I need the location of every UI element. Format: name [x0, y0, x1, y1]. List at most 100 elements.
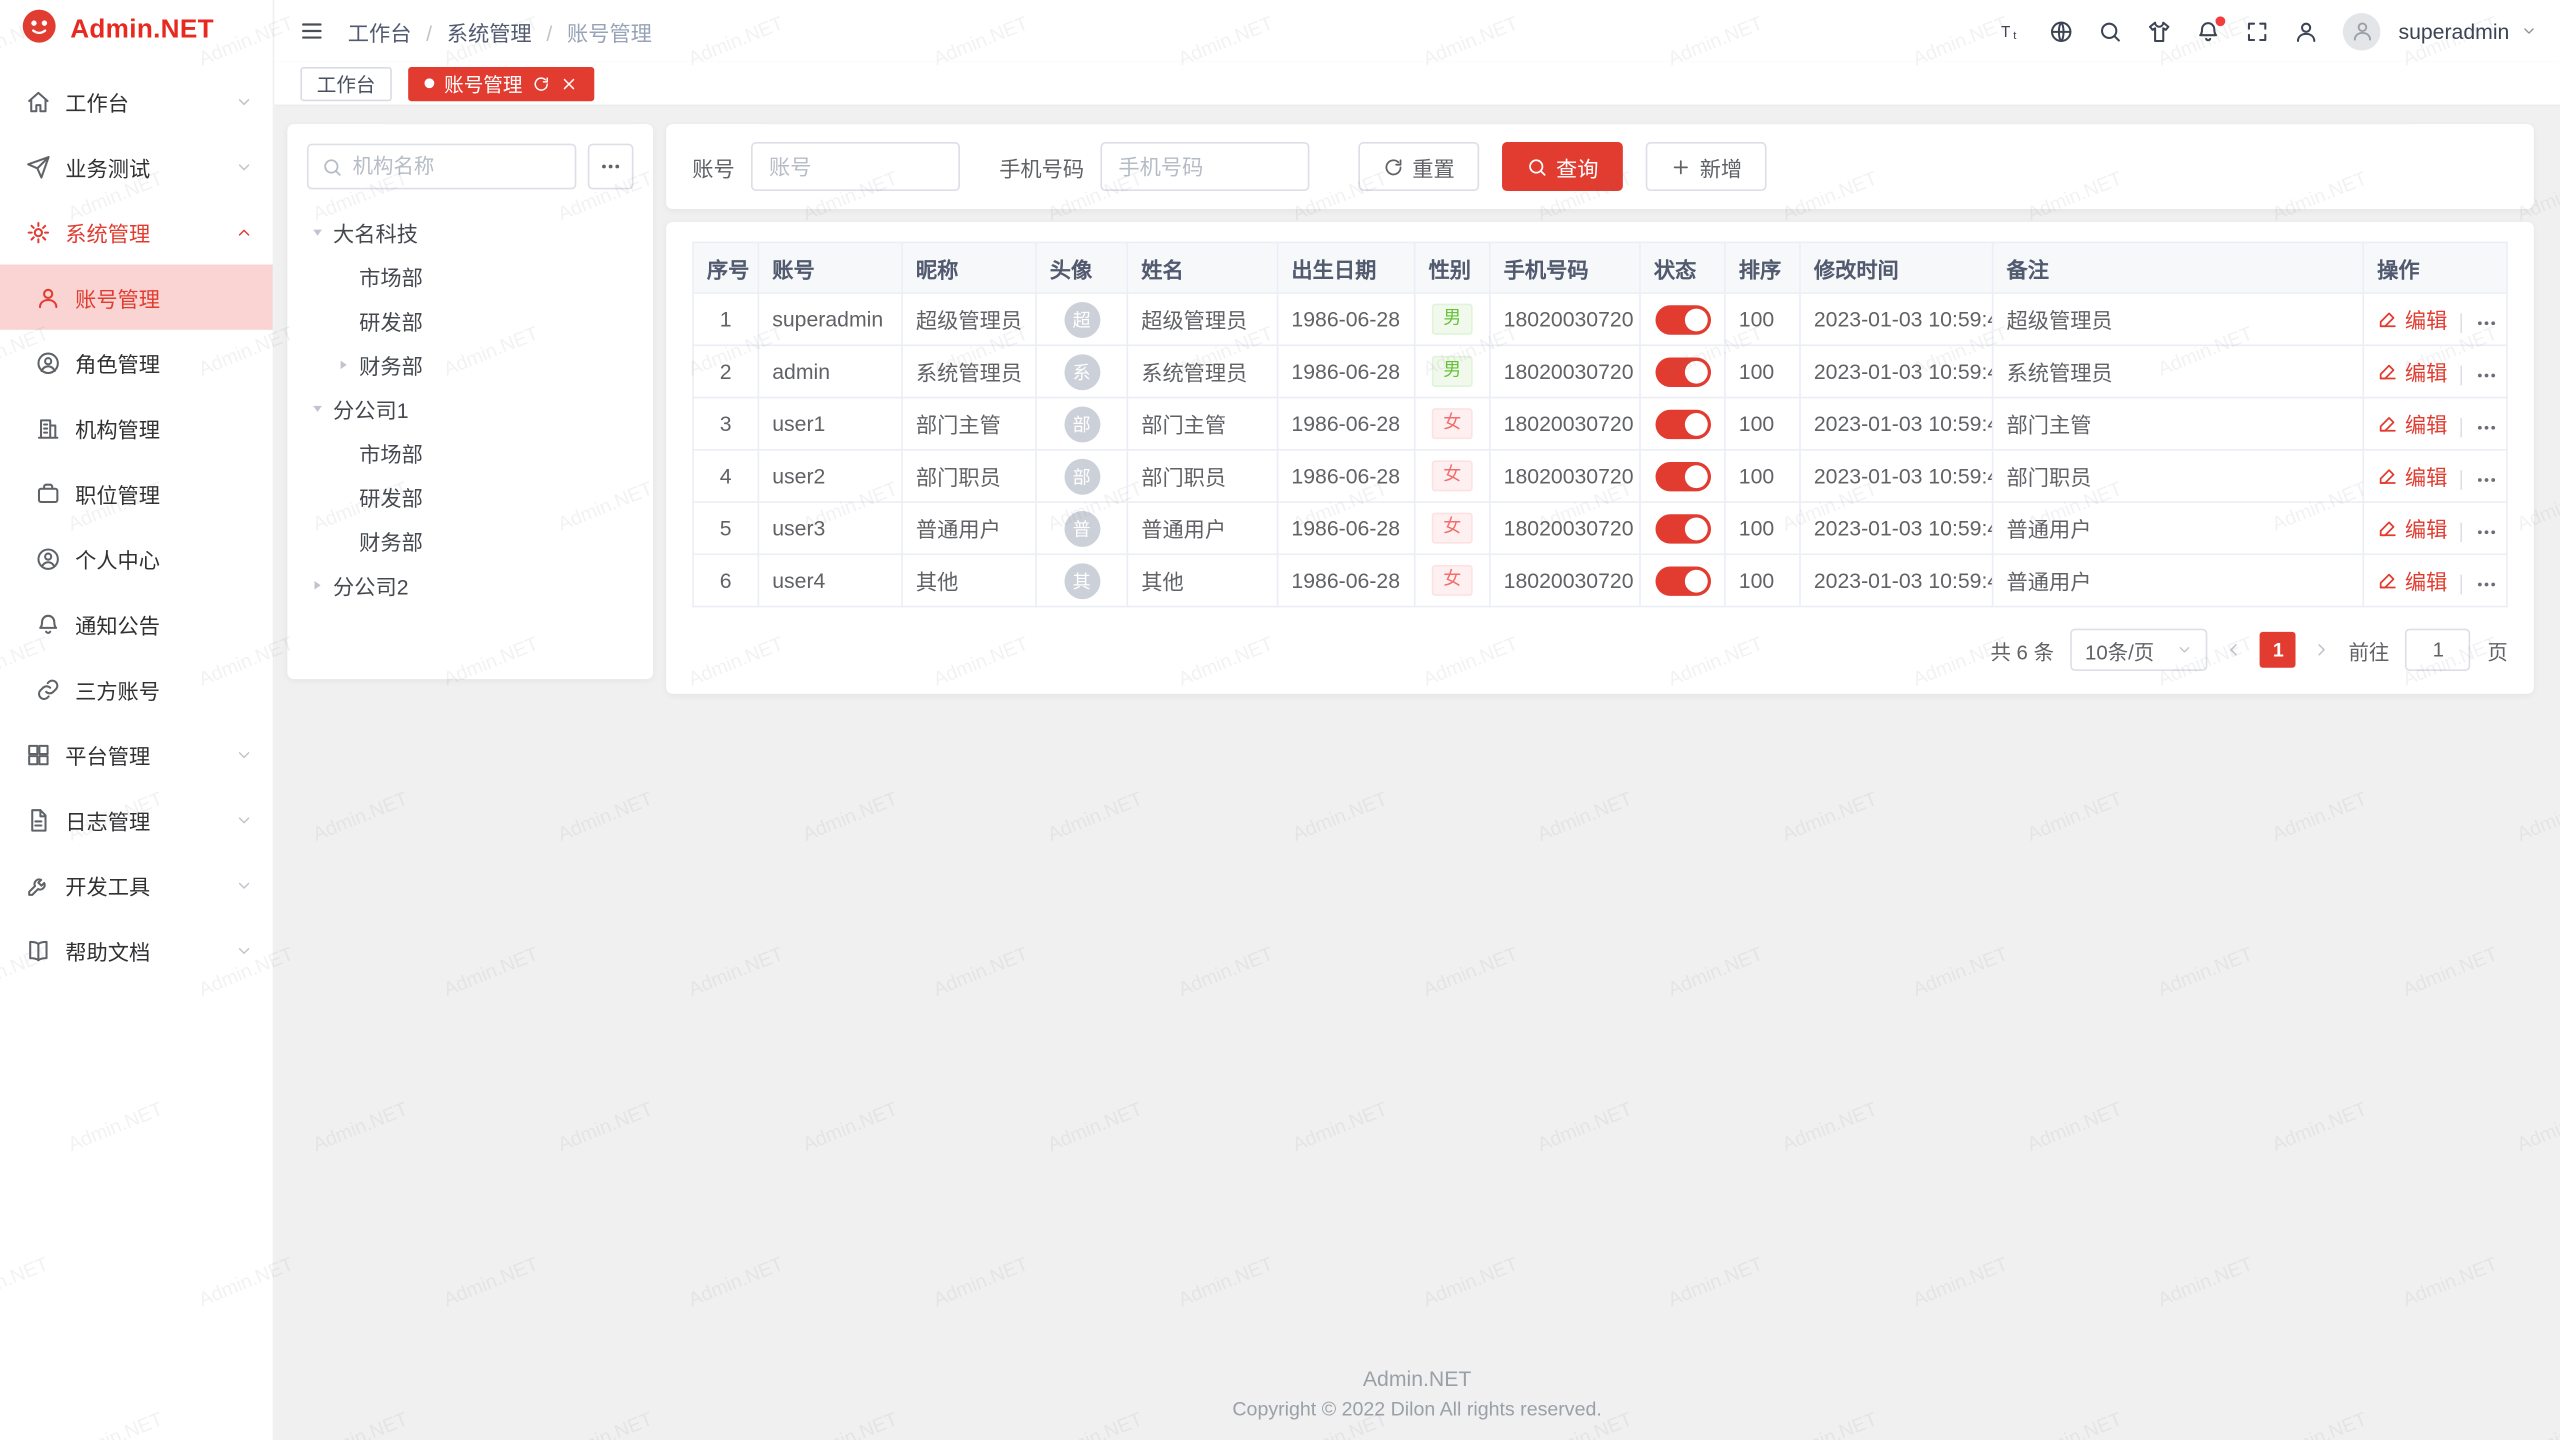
menu-item-icon — [26, 220, 50, 244]
page-size-select[interactable]: 10条/页 — [2070, 629, 2208, 671]
cell-avatar: 部 — [1036, 450, 1127, 502]
account-label: 账号 — [692, 151, 734, 182]
sidebar-item[interactable]: 职位管理 — [0, 460, 273, 525]
page-tab[interactable]: 工作台 — [300, 66, 391, 100]
menu-item-icon — [26, 807, 50, 831]
bell-icon[interactable] — [2196, 19, 2220, 43]
avatar[interactable] — [2343, 12, 2381, 50]
add-button[interactable]: 新增 — [1646, 142, 1767, 191]
edit-button[interactable]: 编辑 — [2377, 564, 2447, 595]
tree-node-label: 财务部 — [359, 349, 423, 380]
status-toggle[interactable] — [1655, 357, 1711, 386]
caret-icon[interactable] — [307, 578, 327, 593]
hamburger-icon[interactable] — [299, 18, 325, 44]
reset-button[interactable]: 重置 — [1358, 142, 1479, 191]
sidebar-item[interactable]: 通知公告 — [0, 591, 273, 656]
page-number[interactable]: 1 — [2260, 632, 2296, 668]
row-more-button[interactable] — [2475, 521, 2498, 544]
breadcrumb-item[interactable]: 账号管理 — [532, 16, 652, 47]
org-search-input[interactable] — [353, 155, 562, 178]
menu-item-icon — [36, 481, 60, 505]
sidebar-item[interactable]: 工作台 — [0, 69, 273, 134]
breadcrumb-item[interactable]: 工作台 — [348, 16, 412, 47]
sidebar-item[interactable]: 开发工具 — [0, 852, 273, 917]
menu-item-icon — [26, 938, 50, 962]
gender-badge: 女 — [1432, 460, 1473, 491]
cell-account: user1 — [758, 398, 902, 450]
plus-icon — [1670, 156, 1691, 177]
row-more-button[interactable] — [2475, 574, 2498, 597]
locale-icon[interactable] — [2049, 19, 2073, 43]
tree-node[interactable]: 市场部 — [307, 255, 634, 299]
theme-icon[interactable] — [2147, 19, 2171, 43]
tree-node[interactable]: 财务部 — [307, 343, 634, 387]
chevron-down-icon[interactable] — [2521, 23, 2537, 39]
sidebar-item[interactable]: 日志管理 — [0, 787, 273, 852]
cell-remark: 超级管理员 — [1993, 293, 2364, 345]
status-toggle[interactable] — [1655, 304, 1711, 333]
search-icon[interactable] — [2098, 19, 2122, 43]
caret-icon[interactable] — [333, 358, 353, 373]
status-toggle[interactable] — [1655, 461, 1711, 490]
next-page-button[interactable] — [2313, 640, 2333, 660]
edit-button[interactable]: 编辑 — [2377, 355, 2447, 386]
cell-birthday: 1986-06-28 — [1278, 554, 1415, 606]
cell-account: admin — [758, 345, 902, 397]
account-input[interactable] — [751, 142, 960, 191]
fullscreen-icon[interactable] — [2245, 19, 2269, 43]
font-size-icon[interactable]: Tt — [2000, 19, 2024, 43]
caret-icon[interactable] — [307, 402, 327, 417]
tree-node[interactable]: 分公司2 — [307, 563, 634, 607]
divider — [2460, 314, 2462, 334]
sidebar-item-label: 个人中心 — [75, 543, 253, 574]
sidebar-item[interactable]: 帮助文档 — [0, 918, 273, 983]
gender-badge: 男 — [1432, 304, 1473, 335]
sidebar-item[interactable]: 系统管理 — [0, 199, 273, 264]
page-tab[interactable]: 账号管理 — [408, 66, 594, 100]
goto-label: 前往 — [2349, 634, 2390, 665]
row-more-button[interactable] — [2475, 469, 2498, 492]
menu-item-icon — [36, 285, 60, 309]
status-toggle[interactable] — [1655, 409, 1711, 438]
status-toggle[interactable] — [1655, 566, 1711, 595]
row-more-button[interactable] — [2475, 417, 2498, 440]
sidebar-item[interactable]: 业务测试 — [0, 134, 273, 199]
chevron-down-icon — [2177, 642, 2193, 658]
tree-node-label: 市场部 — [359, 438, 423, 469]
menu-item-icon — [26, 89, 50, 113]
breadcrumb-item[interactable]: 系统管理 — [411, 16, 531, 47]
prev-page-button[interactable] — [2224, 640, 2244, 660]
phone-input[interactable] — [1100, 142, 1309, 191]
tree-node[interactable]: 财务部 — [307, 519, 634, 563]
sidebar-item[interactable]: 机构管理 — [0, 395, 273, 460]
edit-button[interactable]: 编辑 — [2377, 408, 2447, 439]
status-toggle[interactable] — [1655, 513, 1711, 542]
tab-refresh-icon[interactable] — [532, 74, 550, 92]
tree-node[interactable]: 研发部 — [307, 475, 634, 519]
tree-node[interactable]: 研发部 — [307, 299, 634, 343]
edit-button[interactable]: 编辑 — [2377, 460, 2447, 491]
edit-button[interactable]: 编辑 — [2377, 303, 2447, 334]
sidebar-item[interactable]: 个人中心 — [0, 526, 273, 591]
sidebar-item[interactable]: 角色管理 — [0, 330, 273, 395]
cell-operation: 编辑 — [2363, 398, 2507, 450]
tree-node[interactable]: 市场部 — [307, 431, 634, 475]
cell-phone: 18020030720 — [1490, 398, 1640, 450]
caret-icon[interactable] — [307, 225, 327, 240]
search-button[interactable]: 查询 — [1502, 142, 1623, 191]
sidebar-item[interactable]: 账号管理 — [0, 264, 273, 329]
edit-button[interactable]: 编辑 — [2377, 512, 2447, 543]
sidebar-item[interactable]: 三方账号 — [0, 656, 273, 721]
sidebar-item[interactable]: 平台管理 — [0, 722, 273, 787]
tab-close-icon[interactable] — [560, 74, 578, 92]
cell-no: 1 — [693, 293, 758, 345]
tree-node[interactable]: 分公司1 — [307, 387, 634, 431]
column-header: 出生日期 — [1278, 242, 1415, 293]
goto-page-input[interactable] — [2406, 629, 2471, 671]
row-more-button[interactable] — [2475, 312, 2498, 335]
row-more-button[interactable] — [2475, 365, 2498, 388]
org-more-button[interactable] — [588, 144, 634, 190]
username[interactable]: superadmin — [2398, 19, 2509, 43]
profile-icon[interactable] — [2294, 19, 2318, 43]
tree-node[interactable]: 大名科技 — [307, 211, 634, 255]
